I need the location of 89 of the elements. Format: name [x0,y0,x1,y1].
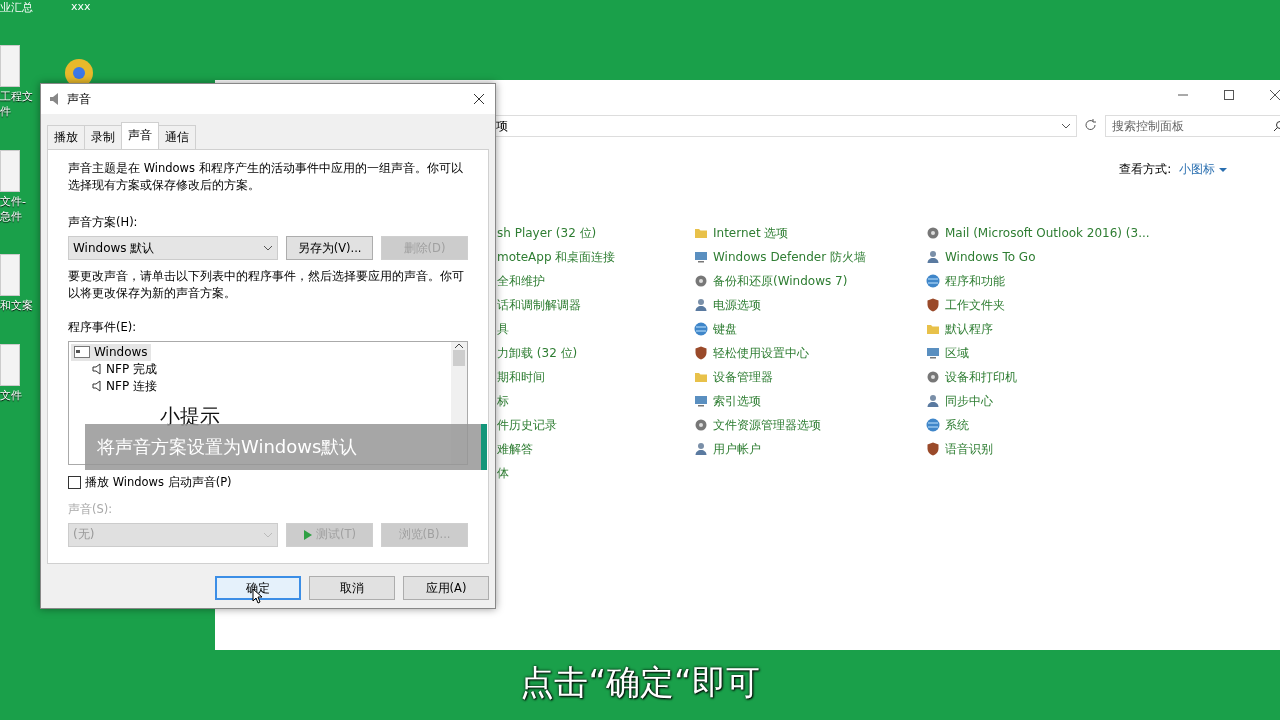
view-by-label: 查看方式: [1119,161,1172,178]
search-field[interactable]: 搜索控制面板 [1105,115,1280,137]
control-panel-link[interactable]: 索引选项 [713,392,761,410]
control-panel-link[interactable]: 具 [497,320,509,338]
chevron-down-icon[interactable] [263,245,274,252]
document-icon[interactable] [0,254,20,297]
shield-icon [925,297,941,313]
control-panel-link[interactable]: 备份和还原(Windows 7) [713,272,848,290]
tree-item[interactable]: Windows [71,343,151,361]
desktop-icon-label: 文件-急件 [0,194,27,225]
window-icon [74,346,90,359]
maximize-icon[interactable] [1221,87,1237,103]
speaker-icon [92,380,102,393]
tab[interactable]: 通信 [158,125,196,149]
control-panel-link[interactable]: 文件资源管理器选项 [713,416,821,434]
control-panel-link[interactable]: 用户帐户 [713,440,761,458]
subtitle: 点击“确定“即可 [520,662,760,702]
control-panel-link[interactable]: 全和维护 [497,272,545,290]
person-icon [693,297,709,313]
control-panel-link[interactable]: 程序和功能 [945,272,1005,290]
field-label: 声音方案(H): [68,215,139,231]
control-panel-link[interactable]: 系统 [945,416,969,434]
shield-icon [693,345,709,361]
instruction-text: 要更改声音，请单击以下列表中的程序事件，然后选择要应用的声音。你可以将更改保存为新的声音方案。 [68,268,465,302]
monitor-icon [693,249,709,265]
control-panel-link[interactable]: Windows To Go [945,250,1036,264]
scroll-thumb[interactable] [453,349,465,366]
person-icon [693,441,709,457]
control-panel-link[interactable]: 同步中心 [945,392,993,410]
close-icon[interactable] [471,91,487,107]
speaker-icon [92,363,102,376]
dialog-button[interactable]: 应用(A) [403,576,489,600]
control-panel-link[interactable]: 难解答 [497,440,533,458]
person-icon [925,393,941,409]
monitor-icon [693,393,709,409]
desktop-icon-label: 工程文件 [0,90,34,120]
checkbox[interactable] [68,475,81,489]
dialog-button[interactable]: 确定 [215,576,301,600]
control-panel-link[interactable]: 设备和打印机 [945,368,1017,386]
control-panel-link[interactable]: sh Player (32 位) [497,224,597,242]
play-icon [303,528,314,541]
checkbox-label: 播放 Windows 启动声音(P) [85,474,232,490]
scheme-button[interactable]: 另存为(V)... [286,236,374,261]
person-icon [925,249,941,265]
scroll-up-icon[interactable] [454,341,464,350]
control-panel-link[interactable]: Mail (Microsoft Outlook 2016) (3... [945,226,1150,240]
shield-icon [925,441,941,457]
view-dropdown[interactable]: 小图标 [1179,161,1227,178]
desktop-icon-label: 业汇总 [0,0,33,15]
monitor-icon [925,345,941,361]
control-panel-link[interactable]: Internet 选项 [713,224,789,242]
control-panel-link[interactable]: 区域 [945,344,969,362]
control-panel-link[interactable]: 语音识别 [945,440,993,458]
tab[interactable]: 声音 [121,122,159,149]
globe-icon [925,273,941,289]
document-icon[interactable] [0,344,20,387]
control-panel-link[interactable]: 设备管理器 [713,368,773,386]
control-panel-link[interactable]: Windows Defender 防火墙 [713,248,866,266]
tree-item[interactable]: NFP 连接 [89,377,160,395]
caret-icon [1219,167,1227,173]
hint-tooltip: 将声音方案设置为Windows默认 [85,424,487,470]
speaker-icon [49,92,61,106]
control-panel-link[interactable]: 电源选项 [713,296,761,314]
control-panel-link[interactable]: 体 [497,464,509,482]
dialog-title: 声音 [67,90,92,108]
field-label: 声音(S): [68,501,114,517]
desktop-icon-label: xxx [71,0,91,15]
globe-icon [693,321,709,337]
control-panel-link[interactable]: 键盘 [713,320,737,338]
control-panel-link[interactable]: 标 [497,392,509,410]
control-panel-link[interactable]: 期和时间 [497,368,545,386]
dialog-button[interactable]: 取消 [309,576,395,600]
scheme-dropdown[interactable]: Windows 默认 [68,236,279,261]
control-panel-link[interactable]: 件历史记录 [497,416,557,434]
close-icon[interactable] [1267,87,1280,103]
control-panel-link[interactable]: 轻松使用设置中心 [713,344,809,362]
description-text: 声音主题是在 Windows 和程序产生的活动事件中应用的一组声音。你可以选择现有方案或保存修改后的方案。 [68,160,464,194]
control-panel-link[interactable]: 默认程序 [945,320,993,338]
globe-icon [925,417,941,433]
desktop-icon-label: 和文案 [0,299,34,315]
control-panel-link[interactable]: 话和调制解调器 [497,296,581,314]
control-panel-link[interactable]: moteApp 和桌面连接 [497,248,616,266]
tab[interactable]: 播放 [47,125,85,149]
field-label: 程序事件(E): [68,319,138,335]
control-panel-link[interactable]: 力卸载 (32 位) [497,344,578,362]
desktop-icon-label: 文件 [0,389,23,405]
control-panel-link[interactable]: 工作文件夹 [945,296,1005,314]
tree-item[interactable]: NFP 完成 [89,360,160,378]
document-icon[interactable] [0,149,20,192]
